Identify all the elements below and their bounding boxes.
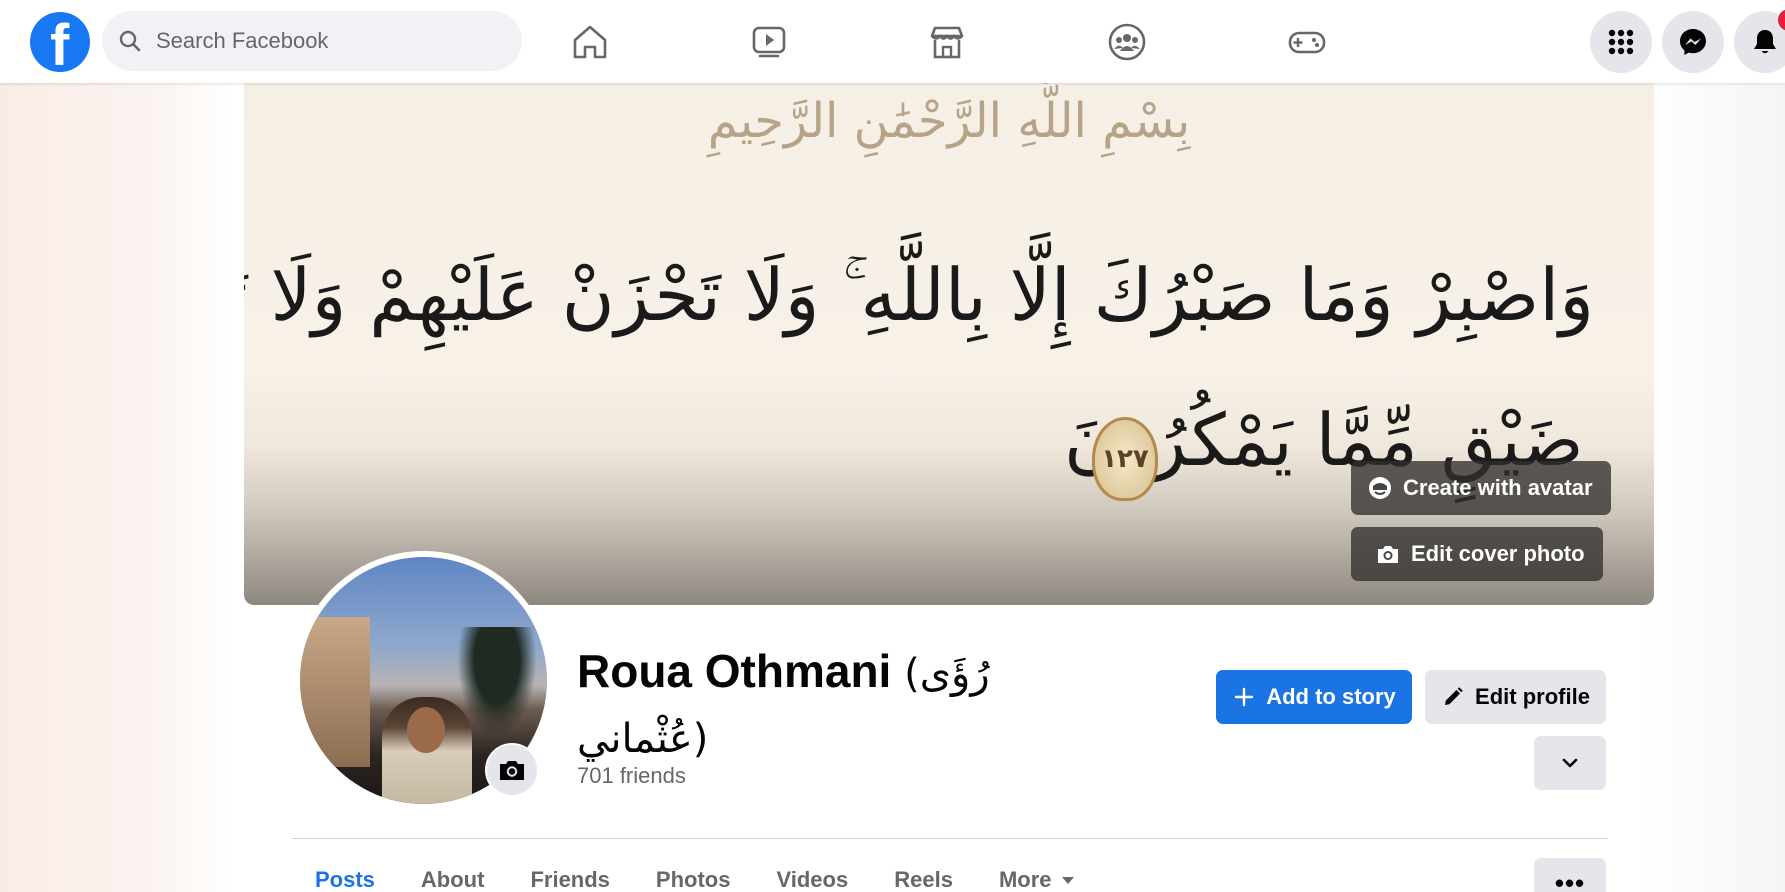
chevron-down-icon — [1562, 758, 1578, 768]
top-navigation-bar: f — [0, 0, 1785, 83]
caret-down-icon — [1061, 876, 1074, 884]
plus-icon — [1235, 687, 1254, 707]
menu-button[interactable] — [1590, 11, 1652, 73]
tab-posts[interactable]: Posts — [292, 860, 398, 892]
photo-palm-trees — [457, 627, 537, 737]
header-divider — [292, 838, 1608, 839]
gaming-icon — [1288, 31, 1326, 54]
search-box[interactable] — [102, 11, 522, 71]
avatar-icon — [1369, 477, 1391, 499]
cover-verse-line1: وَاصْبِرْ وَمَا صَبْرُكَ إِلَّا بِاللَّه… — [244, 253, 1594, 337]
video-icon — [752, 26, 786, 58]
ayah-number-mark: ١٢٧ — [1092, 417, 1158, 501]
facebook-logo[interactable]: f — [30, 12, 90, 72]
tab-more[interactable]: More — [976, 860, 1097, 892]
tab-reels[interactable]: Reels — [871, 860, 976, 892]
photo-building — [300, 617, 370, 767]
nav-groups[interactable] — [1099, 14, 1155, 70]
marketplace-icon — [930, 26, 964, 59]
profile-tabs: Posts About Friends Photos Videos Reels … — [292, 860, 1097, 892]
cover-bismillah: بِسْمِ اللَّهِ الرَّحْمَٰنِ الرَّحِيمِ — [707, 93, 1191, 149]
facebook-logo-letter: f — [50, 13, 70, 73]
search-input[interactable] — [156, 28, 496, 54]
nav-home[interactable] — [562, 14, 618, 70]
more-options-button[interactable]: ••• — [1534, 858, 1606, 892]
camera-icon — [1378, 546, 1398, 563]
add-to-story-button[interactable]: Add to story — [1216, 670, 1412, 724]
nav-marketplace[interactable] — [919, 14, 975, 70]
pencil-icon — [1445, 687, 1463, 705]
edit-cover-photo-label: Edit cover photo — [1411, 541, 1585, 566]
edit-cover-photo-button[interactable]: Edit cover photo — [1351, 527, 1603, 581]
home-icon — [573, 25, 607, 59]
messenger-icon — [1680, 29, 1706, 55]
groups-icon — [1108, 23, 1146, 61]
tab-friends[interactable]: Friends — [507, 860, 632, 892]
profile-name: Roua Othmani (رُؤَى عُثْماني) — [577, 640, 1037, 770]
tab-more-label: More — [998, 867, 1052, 892]
update-profile-picture-button[interactable] — [485, 743, 539, 797]
nav-gaming[interactable] — [1279, 14, 1335, 70]
nav-video[interactable] — [741, 14, 797, 70]
create-with-avatar-label: Create with avatar — [1403, 475, 1593, 500]
messenger-button[interactable] — [1662, 11, 1724, 73]
camera-icon — [500, 761, 524, 780]
tab-photos[interactable]: Photos — [633, 860, 754, 892]
notifications-button[interactable] — [1734, 9, 1785, 73]
profile-name-latin: Roua Othmani — [577, 645, 892, 697]
profile-options-dropdown-button[interactable] — [1534, 736, 1606, 790]
photo-face — [407, 707, 445, 753]
create-with-avatar-button[interactable]: Create with avatar — [1351, 461, 1611, 515]
tab-videos[interactable]: Videos — [753, 860, 871, 892]
menu-grid-icon — [1608, 29, 1634, 55]
cover-photo: بِسْمِ اللَّهِ الرَّحْمَٰنِ الرَّحِيمِ و… — [244, 83, 1654, 605]
edit-profile-label: Edit profile — [1475, 684, 1590, 709]
tab-about[interactable]: About — [398, 860, 508, 892]
search-icon — [119, 30, 141, 52]
edit-profile-button[interactable]: Edit profile — [1425, 670, 1606, 724]
bell-icon — [1754, 30, 1776, 54]
friends-count[interactable]: 701 friends — [577, 763, 686, 789]
add-to-story-label: Add to story — [1266, 684, 1396, 709]
